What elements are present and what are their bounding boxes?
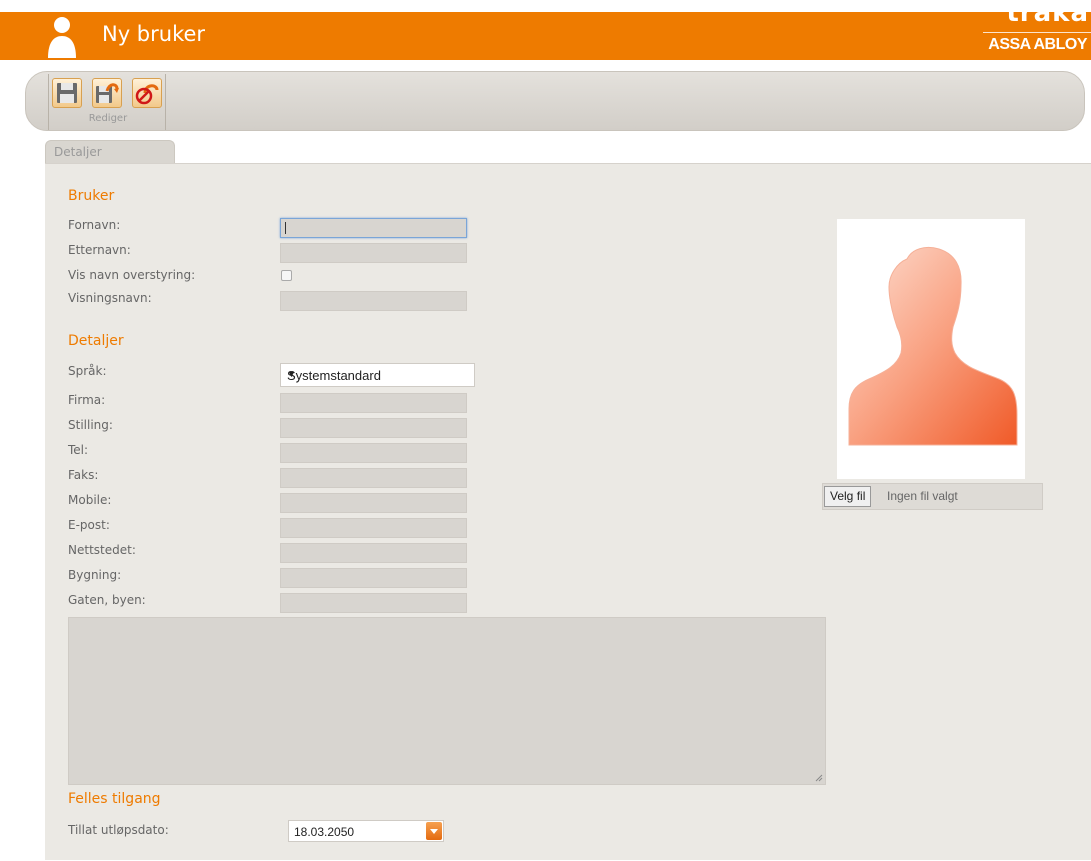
cancel-button[interactable]: [132, 78, 162, 108]
save-button[interactable]: [52, 78, 82, 108]
user-photo: [837, 219, 1025, 479]
utlop-date-picker[interactable]: 18.03.2050: [288, 820, 444, 842]
section-bruker-title: Bruker: [68, 188, 115, 204]
user-icon: [48, 17, 76, 58]
choose-file-button[interactable]: Velg fil: [824, 486, 872, 507]
fornavn-input[interactable]: [280, 218, 467, 238]
faks-label: Faks:: [68, 468, 99, 482]
bygning-input[interactable]: [280, 568, 467, 588]
tab-detaljer[interactable]: Detaljer: [45, 140, 175, 164]
details-panel: Bruker Fornavn: Etternavn: Vis navn over…: [45, 163, 1091, 860]
epost-input[interactable]: [280, 518, 467, 538]
page-title: Ny bruker: [102, 22, 206, 46]
file-status: Ingen fil valgt: [887, 489, 958, 503]
epost-label: E-post:: [68, 518, 110, 532]
mobile-label: Mobile:: [68, 493, 112, 507]
firma-input[interactable]: [280, 393, 467, 413]
brand-assa-abloy: ASSA ABLOY: [988, 36, 1087, 53]
visningsnavn-label: Visningsnavn:: [68, 291, 152, 305]
utlop-label: Tillat utløpsdato:: [68, 823, 169, 837]
save-and-close-button[interactable]: [92, 78, 122, 108]
vis-navn-label: Vis navn overstyring:: [68, 268, 196, 282]
nettstedet-label: Nettstedet:: [68, 543, 136, 557]
sprak-label: Språk:: [68, 364, 107, 378]
visningsnavn-input[interactable]: [280, 291, 467, 311]
notes-textarea[interactable]: [68, 617, 826, 785]
date-dropdown-button[interactable]: [426, 822, 442, 840]
gaten-input[interactable]: [280, 593, 467, 613]
fornavn-label: Fornavn:: [68, 218, 121, 232]
section-detaljer-title: Detaljer: [68, 333, 124, 349]
mobile-input[interactable]: [280, 493, 467, 513]
stilling-input[interactable]: [280, 418, 467, 438]
chevron-down-icon: ▼: [287, 369, 296, 379]
utlop-date-value: 18.03.2050: [294, 825, 355, 839]
tel-label: Tel:: [68, 443, 89, 457]
vis-navn-checkbox[interactable]: [281, 270, 292, 281]
brand-traka: traka: [1006, 0, 1089, 28]
save-icon: [57, 83, 77, 103]
brand-logo: traka ASSA ABLOY: [971, 0, 1091, 60]
toolbar-group-label: Rediger: [88, 113, 128, 124]
bygning-label: Bygning:: [68, 568, 122, 582]
toolbar-group-rediger: Rediger: [48, 74, 166, 130]
faks-input[interactable]: [280, 468, 467, 488]
etternavn-input[interactable]: [280, 243, 467, 263]
app-header: Ny bruker traka ASSA ABLOY: [0, 0, 1091, 60]
save-and-close-icon: [96, 83, 119, 103]
sprak-select[interactable]: Systemstandard ▼: [280, 363, 475, 387]
cancel-icon: [135, 84, 159, 105]
section-felles-title: Felles tilgang: [68, 791, 161, 807]
nettstedet-input[interactable]: [280, 543, 467, 563]
toolbar: Rediger: [25, 71, 1085, 131]
firma-label: Firma:: [68, 393, 106, 407]
tab-label: Detaljer: [54, 145, 102, 159]
stilling-label: Stilling:: [68, 418, 113, 432]
etternavn-label: Etternavn:: [68, 243, 131, 257]
person-silhouette-icon: [848, 246, 1018, 446]
tel-input[interactable]: [280, 443, 467, 463]
resize-grip-icon[interactable]: [815, 774, 823, 782]
gaten-label: Gaten, byen:: [68, 593, 146, 607]
photo-file-picker: Velg fil Ingen fil valgt: [822, 483, 1043, 510]
